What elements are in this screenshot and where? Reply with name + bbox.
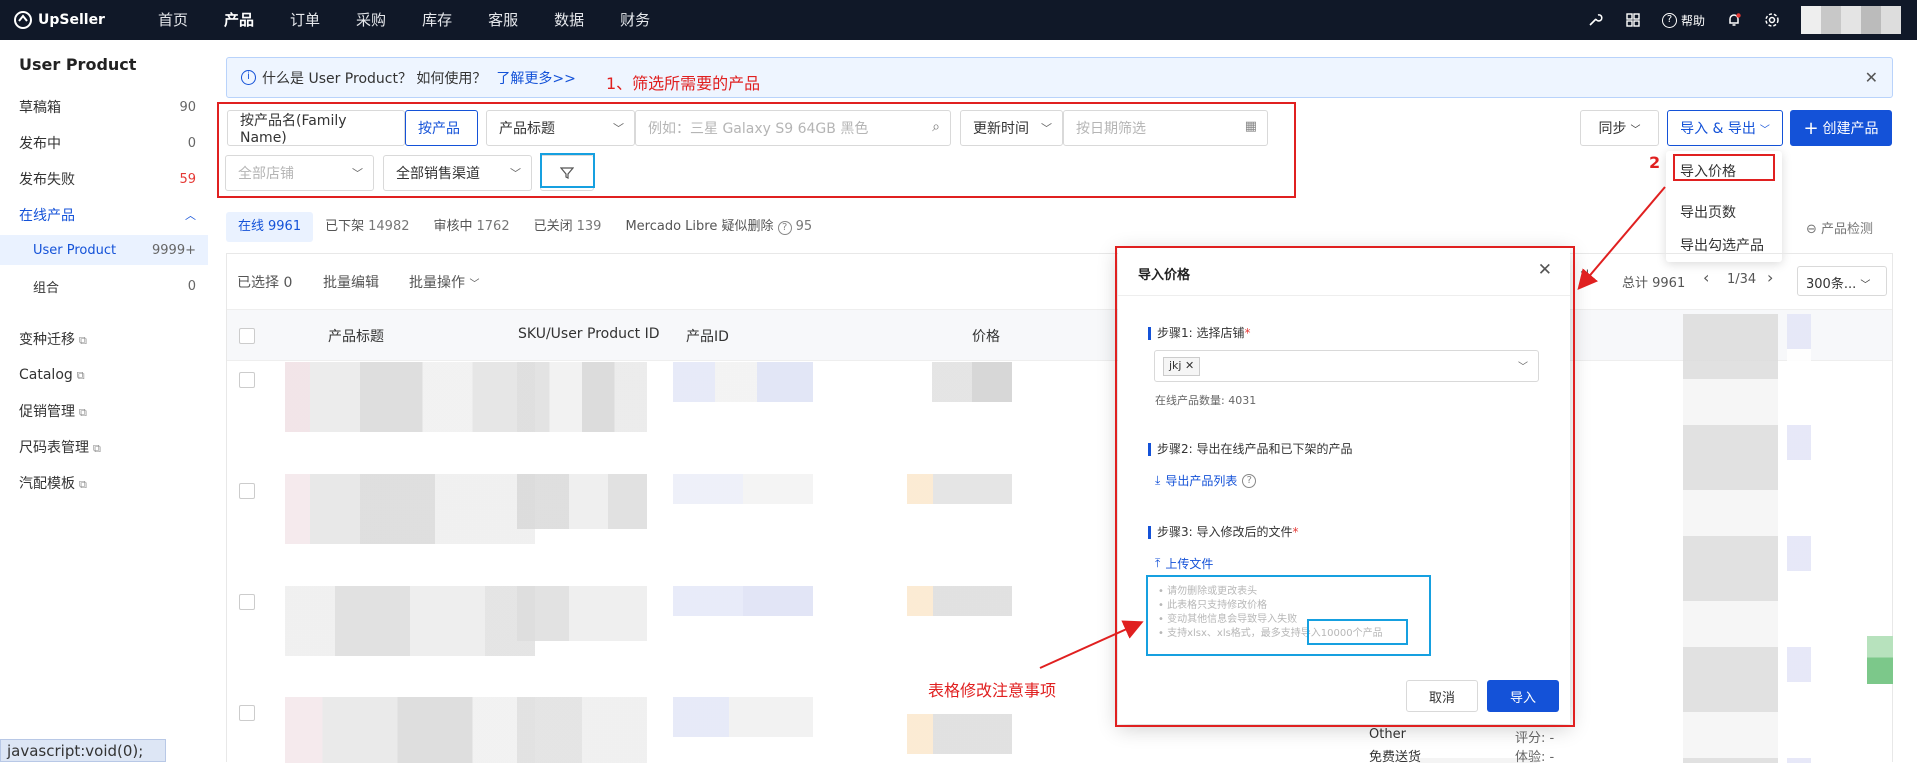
arrow-to-dialog xyxy=(1577,186,1666,291)
status-bar-url: javascript:void(0); xyxy=(0,739,166,762)
arrow-to-notes xyxy=(1039,620,1144,669)
annotation-arrows xyxy=(1039,186,1666,669)
